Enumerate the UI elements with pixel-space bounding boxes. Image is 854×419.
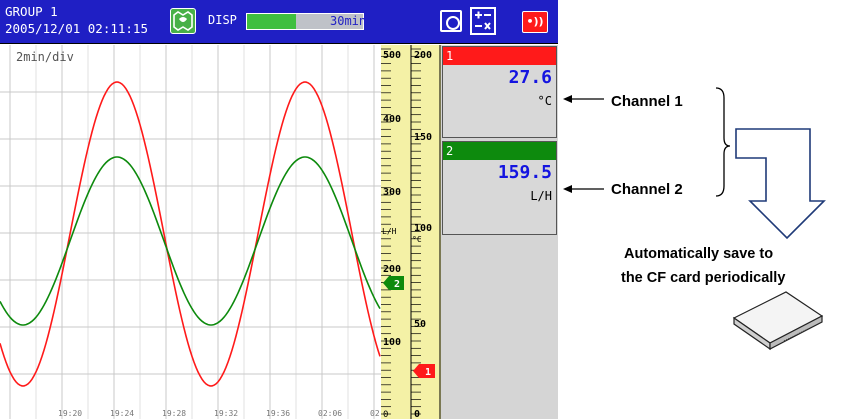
scale-right-tick: 50 xyxy=(414,319,426,330)
channel-1-callout: Channel 1 xyxy=(611,93,683,110)
time-tick: 19:32 xyxy=(214,409,239,418)
disp-label: DISP xyxy=(208,13,237,27)
time-tick: 19:36 xyxy=(266,409,291,418)
svg-text:2: 2 xyxy=(394,279,400,290)
scale-right-tick: 0 xyxy=(414,409,420,419)
channel-1-value: 27.6 xyxy=(508,67,552,88)
save-interval: 30min xyxy=(330,14,367,28)
math-icon[interactable] xyxy=(470,7,496,35)
scale-right-tick: 100 xyxy=(414,223,432,234)
time-tick: 19:20 xyxy=(58,409,83,418)
channel-1-unit: °C xyxy=(537,94,552,108)
scale-right-tick: 200 xyxy=(414,50,432,61)
trace-channel-1 xyxy=(0,81,381,387)
alarm-icon[interactable]: •)) xyxy=(522,11,548,33)
date-time: 2005/12/01 02:11:15 xyxy=(5,21,148,36)
svg-text:1: 1 xyxy=(425,367,431,378)
channel-1-panel[interactable]: 1 27.6 °C xyxy=(442,46,557,138)
time-tick: 19:24 xyxy=(110,409,135,418)
time-tick: 19:28 xyxy=(162,409,187,418)
save-note-line-2: the CF card periodically xyxy=(621,270,786,286)
scale-left-tick: 200 xyxy=(383,264,401,275)
channel-2-panel[interactable]: 2 159.5 L/H xyxy=(442,141,557,235)
scale-right-tick: 150 xyxy=(414,132,432,143)
display-mode-icon[interactable] xyxy=(170,8,196,34)
trend-area xyxy=(0,45,381,419)
snapshot-icon[interactable] xyxy=(440,10,462,32)
scale-left-tick: 100 xyxy=(383,337,401,348)
scale-right-unit: °C xyxy=(412,235,422,244)
scale-left-unit: L/H xyxy=(382,227,397,236)
channel-group-brace xyxy=(715,87,731,197)
recorder-screen: GROUP 1 2005/12/01 02:11:15 DISP 30min •… xyxy=(0,0,558,419)
channel-2-callout: Channel 2 xyxy=(611,181,683,198)
save-flow-arrow-icon xyxy=(735,128,826,240)
scale-left-tick: 400 xyxy=(383,114,401,125)
scale-left-tick: 300 xyxy=(383,187,401,198)
channel-2-unit: L/H xyxy=(530,189,552,203)
channel-2-callout-arrow xyxy=(563,185,604,193)
time-per-division: 2min/div xyxy=(16,50,74,64)
channel-2-number: 2 xyxy=(443,142,556,160)
save-note-line-1: Automatically save to xyxy=(624,246,774,262)
channel-2-value: 159.5 xyxy=(497,162,552,183)
channel-1-callout-arrow xyxy=(563,95,604,103)
scale-strip: 500 400 300 200 100 L/H 200 150 100 50 0… xyxy=(381,45,441,419)
group-name: GROUP 1 xyxy=(5,4,58,19)
channel-1-number: 1 xyxy=(443,47,556,65)
scale-left-tick: 500 xyxy=(383,50,401,61)
cf-card-icon xyxy=(732,291,824,351)
memory-usage-fill xyxy=(247,14,296,29)
status-bar: GROUP 1 2005/12/01 02:11:15 DISP 30min •… xyxy=(0,0,558,44)
trend-graph xyxy=(0,45,381,419)
scale-bottom-left: 0 xyxy=(383,410,388,419)
time-tick: 02:06 xyxy=(318,409,343,418)
